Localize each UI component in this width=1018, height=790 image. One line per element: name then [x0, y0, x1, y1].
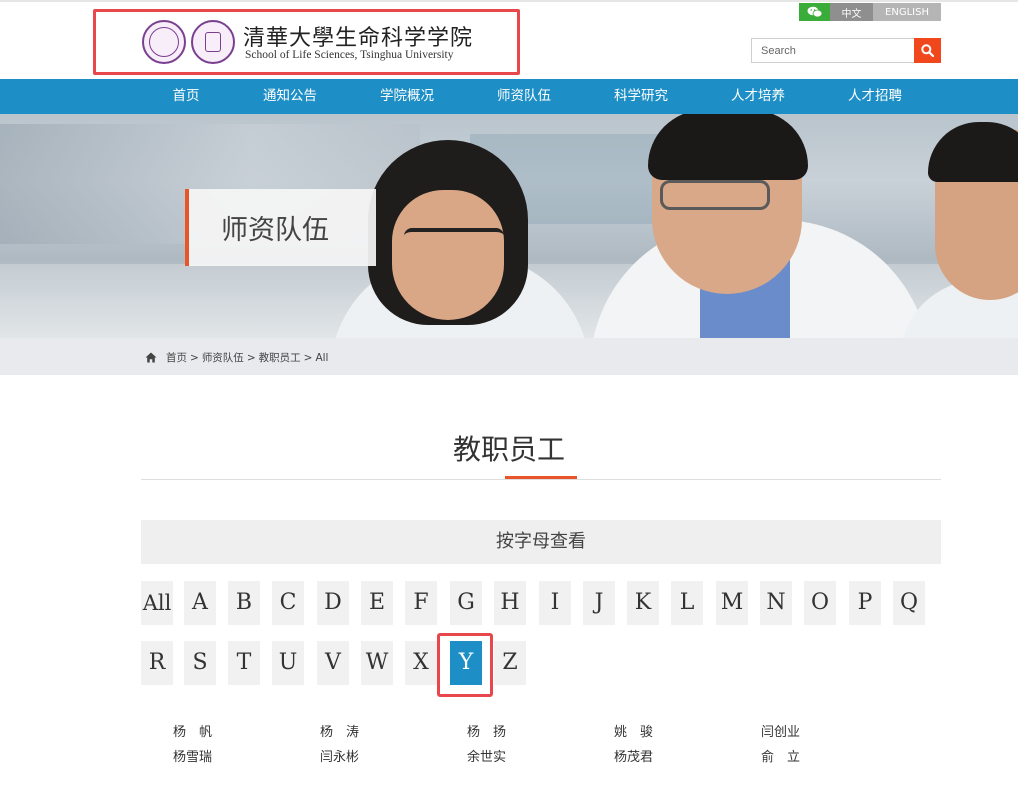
page-title: 教职员工: [452, 433, 565, 466]
letter-filter-p[interactable]: P: [849, 581, 881, 625]
nav-item-home[interactable]: 首页: [173, 79, 200, 114]
english-language-link[interactable]: ENGLISH: [873, 3, 941, 21]
breadcrumb-faculty[interactable]: 师资队伍: [202, 350, 244, 365]
letter-filter-w[interactable]: W: [361, 641, 393, 685]
letter-filter-i[interactable]: I: [539, 581, 571, 625]
nav-item-notices[interactable]: 通知公告: [263, 79, 317, 114]
letter-filter-a[interactable]: A: [184, 581, 216, 625]
letter-filter-b[interactable]: B: [228, 581, 260, 625]
selected-letter-highlight: [437, 633, 493, 697]
staff-name-link[interactable]: 杨茂君: [614, 746, 653, 765]
search-icon: [921, 44, 934, 57]
breadcrumb-separator: >: [303, 351, 313, 364]
alphabet-filter-heading: 按字母查看: [141, 520, 941, 564]
letter-filter-q[interactable]: Q: [893, 581, 925, 625]
letter-filter-h[interactable]: H: [494, 581, 526, 625]
breadcrumb: 首页 > 师资队伍 > 教职员工 > All: [145, 350, 328, 365]
staff-name-link[interactable]: 余世实: [467, 746, 506, 765]
letter-filter-t[interactable]: T: [228, 641, 260, 685]
breadcrumb-separator: >: [190, 351, 199, 364]
nav-item-recruitment[interactable]: 人才招聘: [848, 79, 902, 114]
breadcrumb-staff[interactable]: 教职员工: [259, 350, 301, 365]
banner-title-panel: 师资队伍: [185, 189, 376, 266]
nav-item-about[interactable]: 学院概况: [380, 79, 434, 114]
language-bar: 中文 ENGLISH: [799, 3, 941, 21]
letter-filter-u[interactable]: U: [272, 641, 304, 685]
school-emblem-icon: [191, 20, 235, 64]
letter-filter-s[interactable]: S: [184, 641, 216, 685]
staff-name-link[interactable]: 杨 扬: [467, 721, 506, 740]
staff-name-link[interactable]: 杨雪瑞: [173, 746, 212, 765]
letter-filter-all[interactable]: All: [141, 581, 173, 625]
staff-name-link[interactable]: 杨 涛: [320, 721, 359, 740]
letter-filter-j[interactable]: J: [583, 581, 615, 625]
search-button[interactable]: [914, 38, 941, 63]
chinese-language-link[interactable]: 中文: [830, 3, 873, 21]
letter-filter-x[interactable]: X: [405, 641, 437, 685]
staff-name-link[interactable]: 杨 帆: [173, 721, 212, 740]
letter-filter-m[interactable]: M: [716, 581, 748, 625]
nav-item-faculty[interactable]: 师资队伍: [497, 79, 551, 114]
nav-item-research[interactable]: 科学研究: [614, 79, 668, 114]
university-seal-icon: [142, 20, 186, 64]
nav-item-education[interactable]: 人才培养: [731, 79, 785, 114]
letter-filter-g[interactable]: G: [450, 581, 482, 625]
breadcrumb-separator: >: [246, 351, 256, 364]
letter-filter-l[interactable]: L: [671, 581, 703, 625]
banner-image: [0, 114, 1018, 338]
home-icon[interactable]: [145, 352, 157, 363]
banner-title: 师资队伍: [221, 215, 329, 246]
breadcrumb-home[interactable]: 首页: [166, 350, 187, 365]
staff-name-link[interactable]: 闫创业: [761, 721, 800, 740]
letter-filter-e[interactable]: E: [361, 581, 393, 625]
main-nav: 首页 通知公告 学院概况 师资队伍 科学研究 人才培养 人才招聘: [0, 79, 1018, 114]
site-header: 清華大學生命科学学院 School of Life Sciences, Tsin…: [0, 0, 1018, 79]
site-logo[interactable]: 清華大學生命科学学院 School of Life Sciences, Tsin…: [93, 9, 520, 75]
logo-english-name: School of Life Sciences, Tsinghua Univer…: [245, 49, 454, 61]
search-box: [751, 38, 941, 63]
breadcrumb-current: All: [315, 351, 329, 364]
letter-filter-r[interactable]: R: [141, 641, 173, 685]
staff-name-link[interactable]: 闫永彬: [320, 746, 359, 765]
letter-filter-d[interactable]: D: [317, 581, 349, 625]
letter-filter-c[interactable]: C: [272, 581, 304, 625]
letter-filter-f[interactable]: F: [405, 581, 437, 625]
wechat-icon[interactable]: [799, 3, 830, 21]
title-divider: [141, 479, 941, 480]
breadcrumb-bar: 首页 > 师资队伍 > 教职员工 > All: [0, 338, 1018, 375]
logo-chinese-name: 清華大學生命科学学院: [243, 26, 474, 51]
letter-filter-n[interactable]: N: [760, 581, 792, 625]
letter-filter-z[interactable]: Z: [494, 641, 526, 685]
letter-filter-k[interactable]: K: [627, 581, 659, 625]
staff-name-link[interactable]: 俞 立: [761, 746, 800, 765]
staff-name-link[interactable]: 姚 骏: [614, 721, 653, 740]
search-input[interactable]: [752, 39, 916, 62]
letter-filter-o[interactable]: O: [804, 581, 836, 625]
letter-filter-v[interactable]: V: [317, 641, 349, 685]
